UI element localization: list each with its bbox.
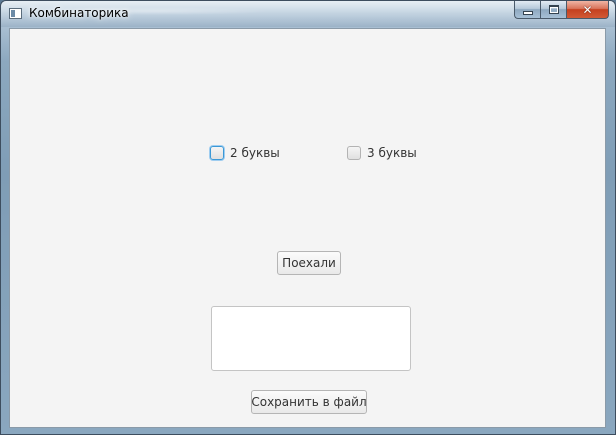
minimize-icon bbox=[522, 10, 533, 15]
checkbox-three-letters-label: 3 буквы bbox=[367, 146, 417, 160]
checkbox-two-letters[interactable]: 2 буквы bbox=[210, 146, 280, 160]
window-title: Комбинаторика bbox=[29, 6, 129, 20]
app-window: Комбинаторика ✕ 2 буквы 3 буквы Поехали … bbox=[0, 0, 616, 435]
go-button[interactable]: Поехали bbox=[277, 251, 341, 275]
close-icon: ✕ bbox=[582, 2, 593, 17]
checkbox-three-letters[interactable]: 3 буквы bbox=[347, 146, 417, 160]
checkbox-three-letters-box[interactable] bbox=[347, 146, 361, 160]
output-text-area[interactable] bbox=[211, 306, 411, 371]
maximize-button[interactable] bbox=[540, 1, 566, 19]
caption-buttons: ✕ bbox=[514, 1, 609, 19]
checkbox-two-letters-label: 2 буквы bbox=[230, 146, 280, 160]
save-to-file-button[interactable]: Сохранить в файл bbox=[251, 390, 367, 414]
maximize-icon bbox=[548, 5, 559, 14]
app-icon bbox=[9, 8, 22, 19]
checkbox-two-letters-box[interactable] bbox=[210, 146, 224, 160]
title-bar[interactable]: Комбинаторика ✕ bbox=[1, 1, 615, 27]
content-area: 2 буквы 3 буквы Поехали Сохранить в файл bbox=[9, 28, 606, 428]
minimize-button[interactable] bbox=[514, 1, 540, 19]
close-button[interactable]: ✕ bbox=[566, 1, 609, 19]
